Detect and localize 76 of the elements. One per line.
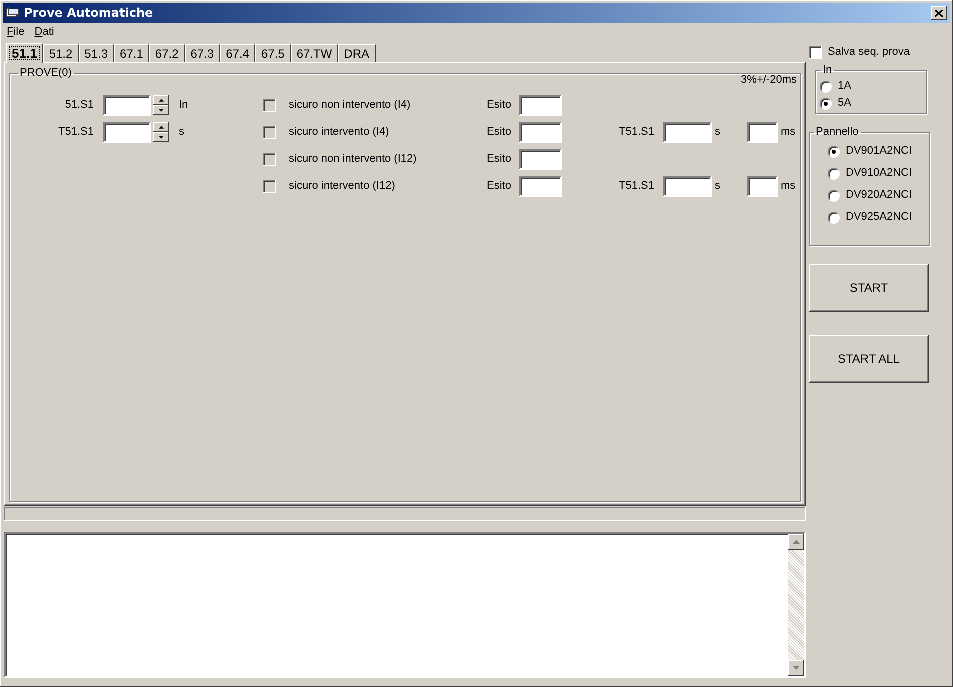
group-title: Pannello	[815, 125, 860, 140]
radio-button[interactable]	[828, 168, 840, 180]
tab[interactable]: 51.1	[6, 43, 44, 63]
spin-control[interactable]	[153, 122, 169, 142]
tab[interactable]: 67.1	[114, 44, 150, 62]
radio-label: 5A	[838, 96, 852, 112]
unit-label: s	[715, 125, 722, 140]
arrow-icon	[158, 126, 164, 128]
start-button[interactable]: START	[809, 264, 929, 312]
unit-label: s	[179, 124, 184, 140]
radio-label: DV925A2NCI	[846, 210, 912, 226]
result-field[interactable]	[519, 95, 562, 116]
radio-button[interactable]	[820, 80, 832, 92]
checkbox[interactable]	[809, 46, 822, 58]
window-icon	[6, 7, 20, 19]
radio-label: DV910A2NCI	[846, 166, 912, 182]
radio-button[interactable]	[828, 146, 840, 158]
result-label: Esito	[487, 98, 512, 114]
arrow-icon	[158, 136, 164, 138]
close-icon	[935, 10, 943, 16]
time-field[interactable]	[663, 122, 712, 143]
unit-label: In	[179, 98, 188, 113]
tolerance-label: 3%+/-20ms	[741, 72, 797, 88]
scroll-up-button[interactable]	[788, 534, 804, 550]
result-label: Esito	[487, 125, 512, 140]
start-button[interactable]: START ALL	[809, 335, 929, 383]
checkbox-label: sicuro intervento (I4)	[289, 125, 390, 140]
radio-button[interactable]	[828, 212, 840, 224]
tab[interactable]: 67.3	[184, 44, 220, 62]
tab[interactable]: 67.5	[255, 44, 291, 62]
tab[interactable]: 51.3	[78, 44, 114, 62]
ms-field[interactable]	[747, 122, 778, 143]
tab[interactable]: 51.2	[43, 44, 79, 62]
time-field[interactable]	[663, 176, 712, 197]
menu-item[interactable]: Dati	[30, 24, 58, 41]
unit-label: ms	[781, 179, 796, 194]
time-label: T51.S1	[619, 179, 656, 194]
spin-control[interactable]	[153, 95, 169, 115]
checkbox-label: sicuro non intervento (I4)	[289, 98, 412, 114]
group-title: In	[822, 63, 834, 78]
result-label: Esito	[487, 179, 512, 194]
radio-button[interactable]	[820, 98, 832, 110]
tab[interactable]: 67.4	[220, 44, 256, 62]
result-field[interactable]	[519, 149, 562, 170]
arrow-icon	[158, 98, 164, 102]
down-arrow-icon	[792, 666, 800, 670]
radio-label: DV901A2NCI	[846, 144, 912, 160]
tab[interactable]: DRA	[338, 44, 376, 62]
result-label: Esito	[487, 152, 512, 168]
scroll-down-button[interactable]	[788, 660, 804, 676]
menu-item[interactable]: File	[3, 24, 29, 41]
number-field[interactable]	[103, 122, 151, 142]
close-button[interactable]	[931, 6, 947, 20]
up-arrow-icon	[792, 540, 800, 544]
checkbox-label: sicuro intervento (I12)	[289, 179, 396, 194]
tab[interactable]: 67.TW	[290, 44, 338, 62]
checkbox-label: Salva seq. prova	[828, 44, 910, 60]
result-field[interactable]	[519, 176, 562, 197]
tab[interactable]: 67.2	[149, 44, 185, 62]
unit-label: ms	[781, 125, 796, 140]
vertical-scrollbar[interactable]	[788, 534, 804, 676]
setting-label: 51.S1	[64, 98, 94, 113]
log-text-area[interactable]	[4, 532, 806, 678]
radio-button[interactable]	[828, 190, 840, 202]
result-field[interactable]	[519, 122, 562, 143]
number-field[interactable]	[103, 94, 151, 116]
radio-label: DV920A2NCI	[846, 188, 912, 204]
ms-field[interactable]	[747, 176, 778, 197]
radio-label: 1A	[838, 79, 852, 94]
time-label: T51.S1	[619, 125, 656, 140]
checkbox-label: sicuro non intervento (I12)	[289, 152, 418, 168]
window-title: Prove Automatiche	[24, 5, 154, 22]
setting-label: T51.S1	[58, 124, 94, 140]
arrow-icon	[158, 108, 164, 112]
group-title: PROVE(0)	[19, 66, 73, 81]
unit-label: s	[715, 179, 722, 194]
